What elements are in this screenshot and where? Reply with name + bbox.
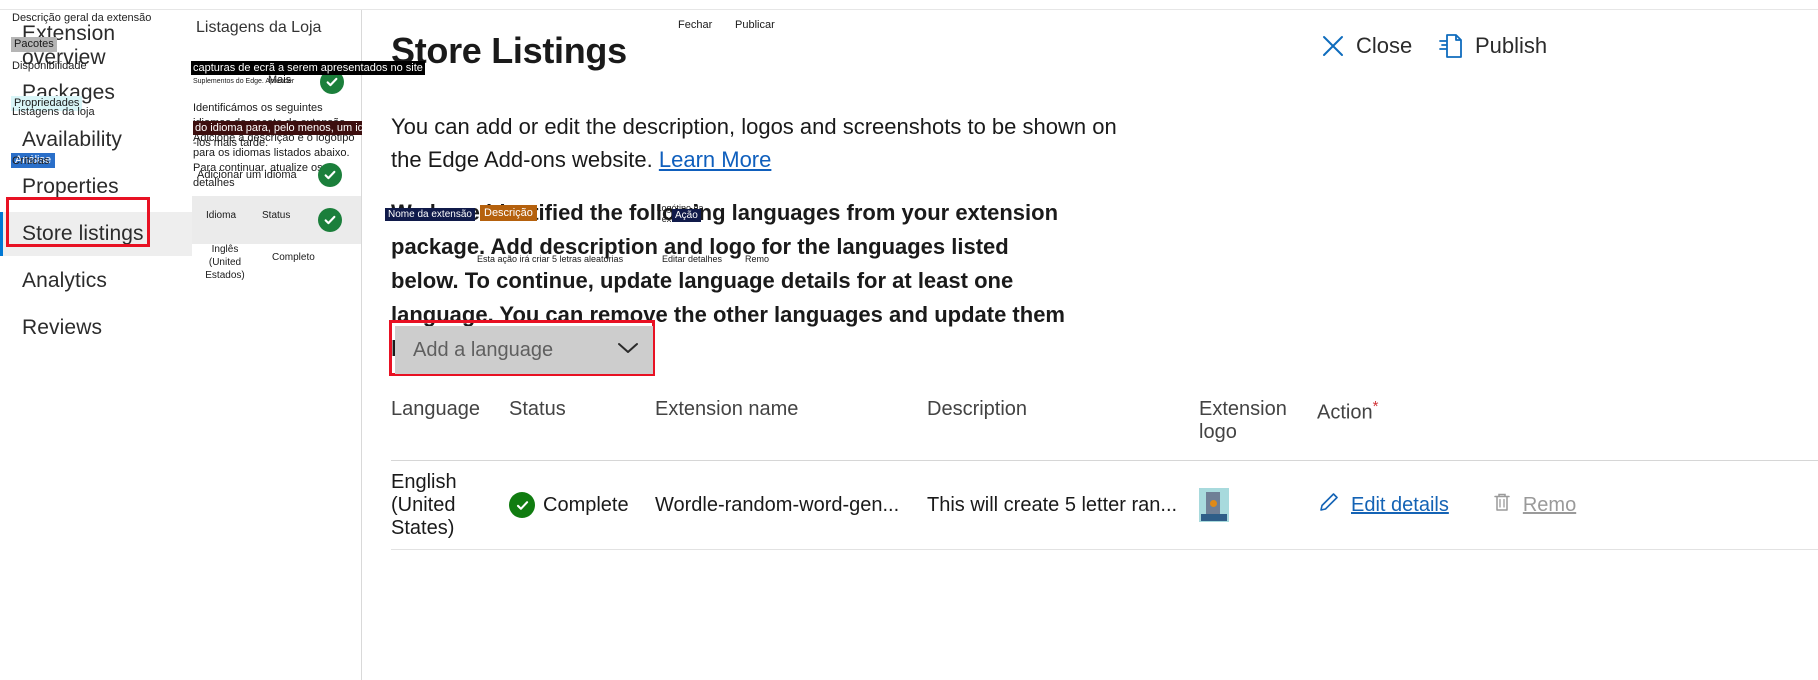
store-listings-highlight-box [6,197,150,247]
overlay-extension-name-pt: Nome da extensão [385,208,475,221]
overlay-row-language-pt: Inglês (United Estados) [205,244,245,281]
add-language-dropdown-highlight: Add a language [389,320,655,376]
cell-language: English (United States) [391,470,457,539]
overlay-para2-line4-pt: -los mais tarde. [193,137,269,149]
column-header-description[interactable]: Description [927,398,1199,444]
column-header-extension-logo[interactable]: Extension logo [1199,398,1317,444]
overlay-panel-heading-pt: Listagens da Loja [196,19,322,36]
sidebar-item-label: Properties [22,175,119,198]
close-icon [1320,33,1346,59]
overlay-row-status-pt: Completo [272,252,315,263]
overlay-action-pt: Ação [672,209,701,222]
sidebar-item-reviews[interactable]: Reviews [0,306,192,350]
overlay-col-language-pt: Idioma [206,210,237,221]
check-circle-icon-pt-3 [318,208,342,232]
overlay-extension-overview-pt: Descrição geral da extensão [12,12,152,24]
add-language-placeholder: Add a language [413,338,554,361]
column-header-action[interactable]: Action* [1317,398,1817,444]
table-header-row: Language Status Extension name Descripti… [391,398,1818,460]
close-button[interactable]: Close [1320,33,1412,59]
overlay-store-listings-pt: Listagens da loja [12,106,95,118]
required-asterisk: * [1372,398,1379,415]
column-header-language[interactable]: Language [391,398,509,444]
overlay-col-status-pt: Status [262,210,291,221]
overlay-row-description-pt: Esta ação irá criar 5 letras aleatórias [477,254,624,264]
cell-actions: Edit details Remo [1317,490,1817,520]
overlay-close-pt: Fechar [678,19,713,31]
page-title: Store Listings [391,30,627,71]
publish-button-label: Publish [1475,33,1548,58]
cell-status-label: Complete [543,493,629,516]
app-window: Extension overview Packages Availability… [0,0,1818,680]
selected-accent-bar [0,212,3,256]
edit-details-action[interactable]: Edit details [1317,490,1449,520]
learn-more-link[interactable]: Learn More [659,147,772,172]
overlay-availability-pt: Disponibilidade [12,60,87,72]
sidebar-item-label: Availability [22,128,123,151]
overlay-para1-extension-pt: capturas de ecrã a serem apresentados no… [191,61,425,75]
add-language-dropdown[interactable]: Add a language [395,326,653,374]
overlay-packages-pt: Pacotes [11,37,57,52]
extension-logo-thumbnail [1199,488,1229,522]
cell-extension-name: Wordle-random-word-gen... [655,493,900,516]
chevron-down-icon [617,341,639,360]
cell-status: Complete [509,492,655,518]
cell-extension-logo [1199,488,1317,522]
overlay-add-language-pt: Adicionar um idioma [197,169,297,181]
check-circle-icon [509,492,535,518]
store-listings-table: Language Status Extension name Descripti… [391,398,1818,550]
column-header-status[interactable]: Status [509,398,655,444]
remove-link[interactable]: Remo [1523,494,1576,517]
table-row-separator [391,549,1818,550]
sidebar-item-analytics[interactable]: Analytics [0,259,192,303]
sidebar-item-label: Analytics [22,269,107,292]
close-button-label: Close [1356,33,1413,58]
check-circle-icon-pt-2 [318,163,342,187]
remove-action[interactable]: Remo [1491,491,1576,519]
pencil-icon [1317,490,1341,520]
cell-description: This will create 5 letter ran... [927,493,1178,516]
column-header-action-label: Action [1317,401,1373,424]
publish-button[interactable]: Publish [1437,32,1547,60]
overlay-edit-details-pt: Editar detalhes [662,254,723,264]
publish-document-icon [1437,32,1465,60]
overlay-publish-pt: Publicar [735,19,775,31]
overlay-remove-pt: Remo [745,254,770,264]
table-row[interactable]: English (United States) Complete Wordle-… [391,461,1818,549]
edit-details-link[interactable]: Edit details [1351,494,1449,517]
overlay-criticas-pt: Críticas [12,155,50,167]
overlay-description-pt: Descrição [480,205,537,221]
lead-paragraph: You can add or edit the description, log… [391,110,1121,176]
overlay-para1-more-pt: Mais [268,74,292,86]
sidebar-item-label: Reviews [22,316,103,339]
column-header-extension-name[interactable]: Extension name [655,398,927,444]
trash-icon [1491,491,1513,519]
